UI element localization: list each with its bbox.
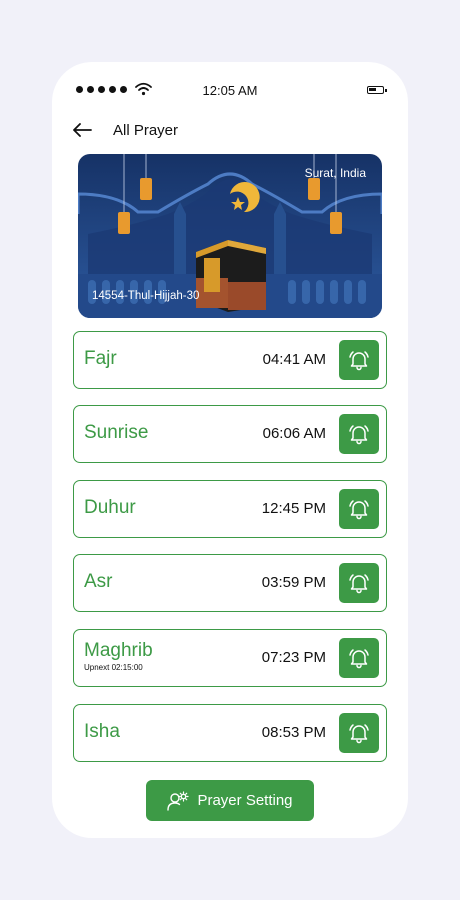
bell-icon[interactable]: [339, 563, 379, 603]
prayer-name: Asr: [84, 571, 113, 592]
arrow-left-icon[interactable]: [72, 118, 96, 142]
prayer-time: 07:23 PM: [261, 649, 326, 666]
prayer-time: 08:53 PM: [261, 724, 326, 741]
prayer-card-fajr[interactable]: Fajr 04:41 AM: [73, 331, 387, 389]
prayer-setting-button[interactable]: Prayer Setting: [146, 780, 314, 821]
prayer-name: Duhur: [84, 497, 136, 518]
bell-icon[interactable]: [339, 713, 379, 753]
prayer-card-sunrise[interactable]: Sunrise 06:06 AM: [73, 405, 387, 463]
prayer-name: Maghrib: [84, 640, 153, 661]
prayer-time: 06:06 AM: [262, 425, 326, 442]
page-title: All Prayer: [113, 121, 179, 139]
phone-screen: 12:05 AM All Prayer Surat, India 14554-T…: [52, 62, 408, 838]
bell-icon[interactable]: [339, 638, 379, 678]
bell-icon[interactable]: [339, 414, 379, 454]
prayer-card-duhur[interactable]: Duhur 12:45 PM: [73, 480, 387, 538]
prayer-name: Sunrise: [84, 422, 149, 443]
prayer-name: Isha: [84, 721, 120, 742]
prayer-time: 04:41 AM: [262, 351, 326, 368]
hijri-date: 14554-Thul-Hijjah-30: [92, 290, 200, 302]
prayer-card-asr[interactable]: Asr 03:59 PM: [73, 554, 387, 612]
prayer-name: Fajr: [84, 348, 117, 369]
upnext-countdown: Upnext 02:15:00: [84, 663, 143, 672]
status-time: 12:05 AM: [202, 83, 258, 98]
prayer-time: 03:59 PM: [261, 574, 326, 591]
status-bar: 12:05 AM: [52, 82, 408, 102]
prayer-card-maghrib[interactable]: Maghrib Upnext 02:15:00 07:23 PM: [73, 629, 387, 687]
prayer-time: 12:45 PM: [261, 500, 326, 517]
bell-icon[interactable]: [339, 489, 379, 529]
kaaba-banner: Surat, India 14554-Thul-Hijjah-30: [78, 154, 382, 318]
location-label: Surat, India: [304, 166, 366, 180]
battery-icon: [367, 86, 387, 94]
header: All Prayer: [72, 118, 178, 142]
bell-icon[interactable]: [339, 340, 379, 380]
person-gear-icon: [167, 790, 190, 812]
prayer-setting-label: Prayer Setting: [197, 792, 293, 809]
prayer-card-isha[interactable]: Isha 08:53 PM: [73, 704, 387, 762]
